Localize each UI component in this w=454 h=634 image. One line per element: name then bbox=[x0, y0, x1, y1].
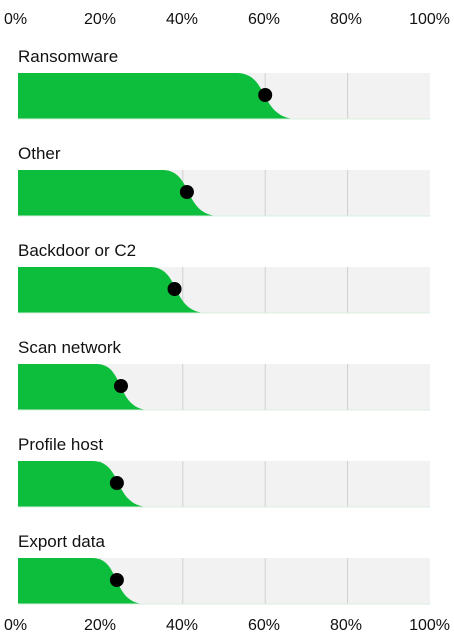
category-label: Other bbox=[18, 144, 61, 163]
panel-export-data: Export data bbox=[18, 532, 430, 605]
panel-profile-host: Profile host bbox=[18, 435, 430, 508]
bottom-tick-label: 20% bbox=[84, 617, 116, 634]
bottom-tick-label: 80% bbox=[330, 617, 362, 634]
category-label: Backdoor or C2 bbox=[18, 241, 136, 260]
distribution-chart: 0% 20% 40% 60% 80% 100% Ransomware Other Backdo… bbox=[4, 11, 450, 634]
category-label: Scan network bbox=[18, 338, 121, 357]
top-tick-label: 80% bbox=[330, 11, 362, 28]
bottom-axis: 0% 20% 40% 60% 80% 100% bbox=[4, 617, 450, 634]
top-tick-label: 0% bbox=[4, 11, 27, 28]
marker-point bbox=[109, 573, 124, 587]
category-label: Profile host bbox=[18, 435, 103, 454]
panel-backdoor-or-c2: Backdoor or C2 bbox=[18, 241, 430, 314]
category-label: Ransomware bbox=[18, 47, 118, 66]
bottom-tick-label: 0% bbox=[4, 617, 27, 634]
top-tick-label: 100% bbox=[409, 11, 450, 28]
panels: Ransomware Other Backdoor or C2 Scan networ… bbox=[18, 47, 430, 605]
panel-scan-network: Scan network bbox=[18, 338, 430, 411]
marker-point bbox=[109, 476, 124, 490]
top-tick-label: 60% bbox=[248, 11, 280, 28]
top-tick-label: 40% bbox=[166, 11, 198, 28]
bottom-tick-label: 100% bbox=[409, 617, 450, 634]
marker-point bbox=[167, 282, 182, 296]
marker-point bbox=[258, 88, 273, 102]
marker-point bbox=[114, 379, 128, 393]
category-label: Export data bbox=[18, 532, 105, 551]
marker-point bbox=[179, 185, 194, 199]
panel-other: Other bbox=[18, 144, 430, 217]
top-tick-label: 20% bbox=[84, 11, 116, 28]
bottom-tick-label: 40% bbox=[166, 617, 198, 634]
top-axis: 0% 20% 40% 60% 80% 100% bbox=[4, 11, 450, 28]
bottom-tick-label: 60% bbox=[248, 617, 280, 634]
panel-ransomware: Ransomware bbox=[18, 47, 430, 120]
